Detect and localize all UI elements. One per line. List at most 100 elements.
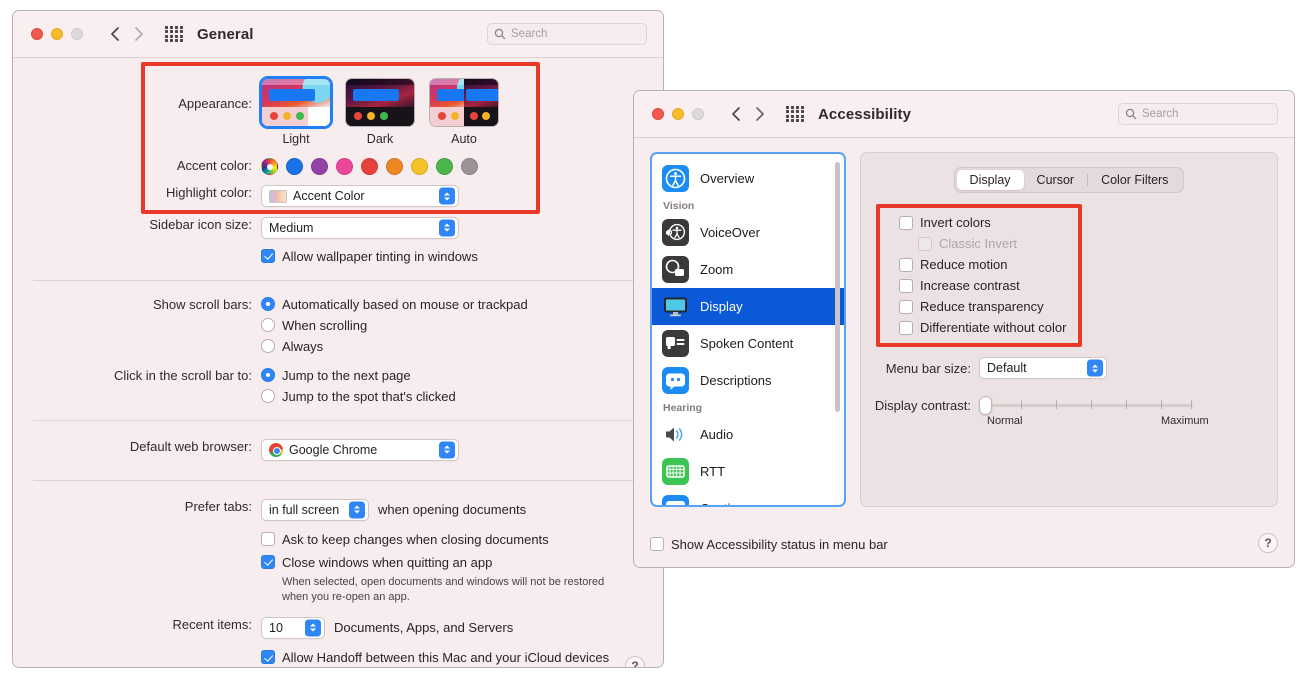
scrollbar-radio-scrolling[interactable] bbox=[261, 318, 275, 332]
sidebar-item-voiceover[interactable]: VoiceOver bbox=[652, 214, 844, 251]
recent-items-stepper[interactable]: 10 bbox=[261, 617, 325, 639]
wallpaper-tinting-checkbox[interactable] bbox=[261, 249, 275, 263]
tab-color-filters[interactable]: Color Filters bbox=[1088, 170, 1181, 190]
window-controls[interactable] bbox=[652, 108, 704, 120]
click-radio-next-page[interactable] bbox=[261, 368, 275, 382]
invert-colors-checkbox[interactable] bbox=[899, 216, 913, 230]
scrollbar-option-scrolling[interactable]: When scrolling bbox=[261, 318, 663, 333]
close-windows-checkbox-row[interactable]: Close windows when quitting an app bbox=[261, 555, 663, 570]
sidebar-item-display[interactable]: Display bbox=[652, 288, 844, 325]
accent-swatch-graphite[interactable] bbox=[461, 158, 478, 175]
appearance-label-auto: Auto bbox=[429, 132, 499, 146]
chevron-updown-icon[interactable] bbox=[439, 219, 455, 236]
scrollbar-option-always[interactable]: Always bbox=[261, 339, 663, 354]
sidebar-item-overview[interactable]: Overview bbox=[652, 160, 844, 197]
handoff-checkbox-row[interactable]: Allow Handoff between this Mac and your … bbox=[261, 650, 663, 665]
reduce-transparency-row[interactable]: Reduce transparency bbox=[899, 299, 1277, 314]
chevron-updown-icon[interactable] bbox=[305, 619, 321, 636]
accessibility-help-button[interactable]: ? bbox=[1258, 533, 1278, 553]
accent-swatch-yellow[interactable] bbox=[411, 158, 428, 175]
tab-display[interactable]: Display bbox=[957, 170, 1024, 190]
default-web-browser-popup[interactable]: Google Chrome bbox=[261, 439, 459, 461]
close-button[interactable] bbox=[31, 28, 43, 40]
sidebar-item-spoken-content[interactable]: Spoken Content bbox=[652, 325, 844, 362]
differentiate-without-color-checkbox[interactable] bbox=[899, 321, 913, 335]
back-icon[interactable] bbox=[105, 23, 125, 45]
show-all-icon[interactable] bbox=[165, 26, 183, 42]
chevron-updown-icon[interactable] bbox=[439, 188, 455, 205]
scrollbar-radio-always[interactable] bbox=[261, 339, 275, 353]
click-radio-spot[interactable] bbox=[261, 389, 275, 403]
accent-swatch-blue[interactable] bbox=[286, 158, 303, 175]
sidebar-item-rtt[interactable]: RTT bbox=[652, 453, 844, 490]
navigation-arrows[interactable] bbox=[105, 23, 149, 45]
forward-icon[interactable] bbox=[129, 23, 149, 45]
window-controls[interactable] bbox=[31, 28, 83, 40]
accent-swatch-orange[interactable] bbox=[386, 158, 403, 175]
chevron-updown-icon[interactable] bbox=[349, 501, 365, 518]
close-button[interactable] bbox=[652, 108, 664, 120]
accent-swatch-red[interactable] bbox=[361, 158, 378, 175]
click-option-next-page[interactable]: Jump to the next page bbox=[261, 368, 663, 383]
wallpaper-tinting-checkbox-row[interactable]: Allow wallpaper tinting in windows bbox=[261, 249, 663, 264]
reduce-motion-checkbox[interactable] bbox=[899, 258, 913, 272]
display-contrast-slider[interactable] bbox=[979, 397, 1193, 413]
appearance-option-dark[interactable]: Dark bbox=[345, 78, 415, 146]
sidebar-item-captions[interactable]: Captions bbox=[652, 490, 844, 507]
sidebar-scrollbar[interactable] bbox=[835, 162, 840, 412]
appearance-thumb-light[interactable] bbox=[261, 78, 331, 127]
highlight-color-popup[interactable]: Accent Color bbox=[261, 185, 459, 207]
display-tabs[interactable]: Display Cursor Color Filters bbox=[861, 167, 1277, 193]
general-search-field[interactable]: Search bbox=[487, 23, 647, 45]
appearance-options[interactable]: Light Dark bbox=[261, 78, 663, 146]
tabstrip[interactable]: Display Cursor Color Filters bbox=[954, 167, 1185, 193]
ask-keep-changes-label: Ask to keep changes when closing documen… bbox=[282, 532, 549, 547]
forward-icon[interactable] bbox=[750, 103, 770, 125]
ask-keep-changes-checkbox[interactable] bbox=[261, 532, 275, 546]
appearance-option-auto[interactable]: Auto bbox=[429, 78, 499, 146]
accessibility-search-field[interactable]: Search bbox=[1118, 103, 1278, 125]
minimize-button[interactable] bbox=[51, 28, 63, 40]
close-windows-checkbox[interactable] bbox=[261, 555, 275, 569]
increase-contrast-row[interactable]: Increase contrast bbox=[899, 278, 1277, 293]
differentiate-without-color-row[interactable]: Differentiate without color bbox=[899, 320, 1277, 335]
show-status-menu-bar-checkbox[interactable] bbox=[650, 537, 664, 551]
increase-contrast-checkbox[interactable] bbox=[899, 279, 913, 293]
click-option-spot[interactable]: Jump to the spot that's clicked bbox=[261, 389, 663, 404]
click-scroll-bar-label: Click in the scroll bar to: bbox=[13, 368, 261, 383]
back-icon[interactable] bbox=[726, 103, 746, 125]
sidebar-item-zoom[interactable]: Zoom bbox=[652, 251, 844, 288]
sidebar-icon-size-popup[interactable]: Medium bbox=[261, 217, 459, 239]
accessibility-sidebar[interactable]: Overview Vision VoiceOver Zoom bbox=[650, 152, 846, 507]
sidebar-item-descriptions[interactable]: Descriptions bbox=[652, 362, 844, 399]
handoff-checkbox[interactable] bbox=[261, 650, 275, 664]
zoom-button[interactable] bbox=[692, 108, 704, 120]
accent-color-swatches[interactable] bbox=[261, 158, 663, 175]
accent-swatch-green[interactable] bbox=[436, 158, 453, 175]
scrollbar-radio-auto[interactable] bbox=[261, 297, 275, 311]
accent-swatch-multicolor[interactable] bbox=[261, 158, 278, 175]
ask-keep-changes-checkbox-row[interactable]: Ask to keep changes when closing documen… bbox=[261, 532, 663, 547]
sidebar-item-audio[interactable]: Audio bbox=[652, 416, 844, 453]
chevron-updown-icon[interactable] bbox=[1087, 360, 1103, 377]
captions-icon bbox=[662, 495, 689, 507]
menu-bar-size-popup[interactable]: Default bbox=[979, 357, 1107, 379]
accent-swatch-pink[interactable] bbox=[336, 158, 353, 175]
accent-swatch-purple[interactable] bbox=[311, 158, 328, 175]
slider-knob[interactable] bbox=[979, 396, 992, 415]
appearance-option-light[interactable]: Light bbox=[261, 78, 331, 146]
prefer-tabs-popup[interactable]: in full screen bbox=[261, 499, 369, 521]
minimize-button[interactable] bbox=[672, 108, 684, 120]
scrollbar-option-auto[interactable]: Automatically based on mouse or trackpad bbox=[261, 297, 663, 312]
reduce-motion-row[interactable]: Reduce motion bbox=[899, 257, 1277, 272]
show-status-menu-bar-row[interactable]: Show Accessibility status in menu bar bbox=[650, 537, 888, 552]
appearance-thumb-dark[interactable] bbox=[345, 78, 415, 127]
zoom-button[interactable] bbox=[71, 28, 83, 40]
chevron-updown-icon[interactable] bbox=[439, 441, 455, 458]
show-all-icon[interactable] bbox=[786, 106, 804, 122]
reduce-transparency-checkbox[interactable] bbox=[899, 300, 913, 314]
navigation-arrows[interactable] bbox=[726, 103, 770, 125]
invert-colors-row[interactable]: Invert colors bbox=[899, 215, 1277, 230]
appearance-thumb-auto[interactable] bbox=[429, 78, 499, 127]
tab-cursor[interactable]: Cursor bbox=[1024, 170, 1088, 190]
